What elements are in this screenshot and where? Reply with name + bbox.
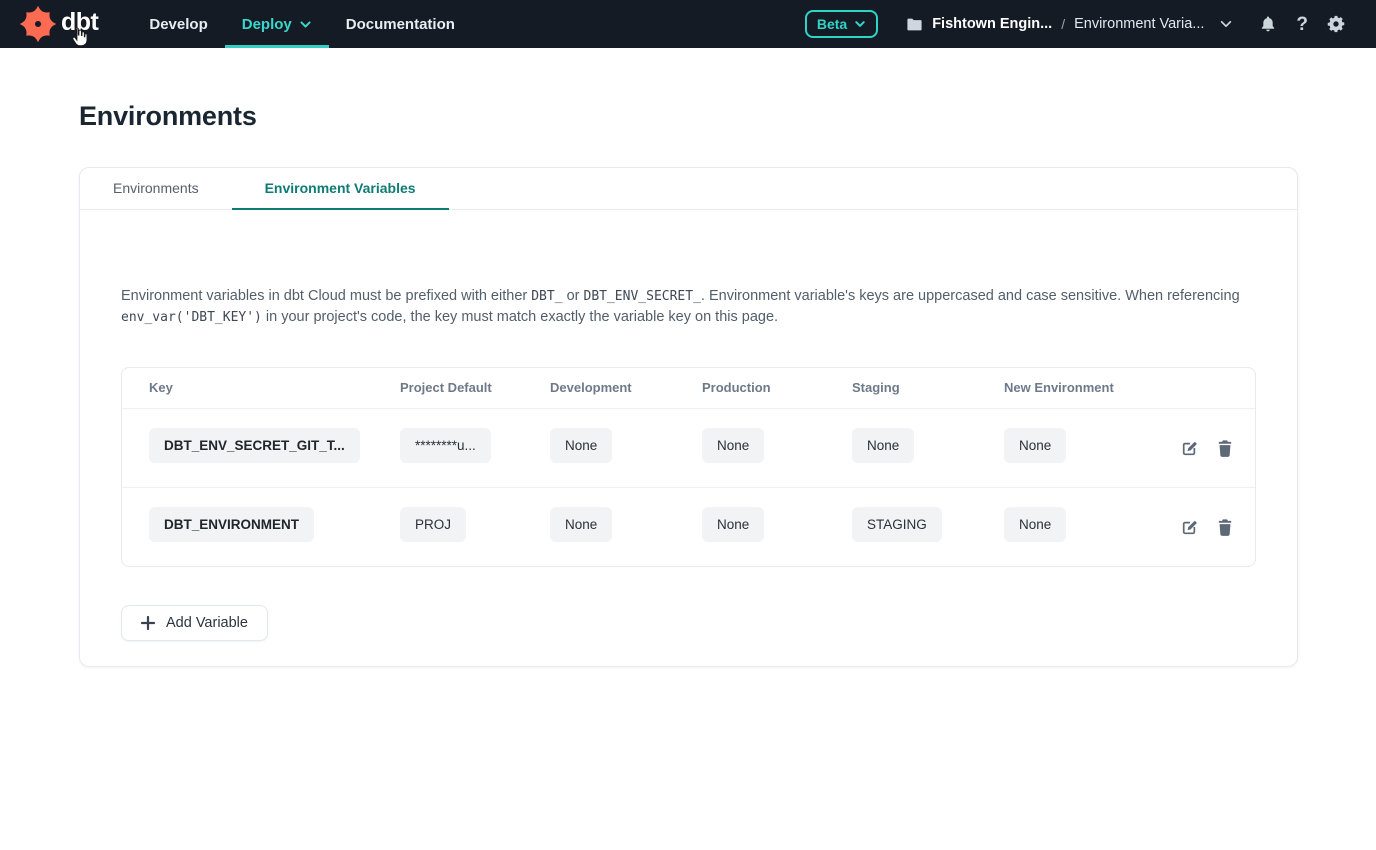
value-chip: STAGING: [852, 507, 942, 542]
chevron-down-icon: [854, 18, 866, 30]
table-row: DBT_ENV_SECRET_GIT_T... ********u... Non…: [122, 408, 1255, 487]
page-title: Environments: [79, 101, 1297, 132]
tab-bar: Environments Environment Variables: [80, 168, 1297, 210]
delete-variable-button[interactable]: [1214, 437, 1236, 460]
notifications-bell-icon[interactable]: [1259, 15, 1277, 33]
description-text: Environment variables in dbt Cloud must …: [121, 286, 1256, 328]
nav-link-documentation[interactable]: Documentation: [329, 0, 472, 48]
navbar-icon-group: ?: [1259, 15, 1345, 34]
variable-key-chip: DBT_ENV_SECRET_GIT_T...: [149, 428, 360, 463]
tab-environment-variables[interactable]: Environment Variables: [232, 168, 449, 210]
chevron-down-icon: [1219, 17, 1233, 31]
value-chip: ********u...: [400, 428, 491, 463]
value-chip: None: [550, 507, 612, 542]
breadcrumb-page: Environment Varia...: [1074, 16, 1204, 32]
navbar-right: Beta Fishtown Engin... / Environment Var…: [805, 0, 1345, 48]
value-chip: PROJ: [400, 507, 466, 542]
help-icon[interactable]: ?: [1296, 15, 1308, 34]
plus-icon: [141, 616, 155, 630]
table-body: DBT_ENV_SECRET_GIT_T... ********u... Non…: [122, 408, 1255, 566]
breadcrumb-project: Fishtown Engin...: [932, 16, 1052, 32]
value-chip: None: [852, 428, 914, 463]
beta-dropdown[interactable]: Beta: [805, 10, 878, 38]
value-chip: None: [1004, 507, 1066, 542]
edit-variable-button[interactable]: [1178, 437, 1201, 460]
value-chip: None: [1004, 428, 1066, 463]
column-header: Production: [702, 368, 852, 408]
edit-variable-button[interactable]: [1178, 516, 1201, 539]
top-navbar: dbt Develop Deploy Documentation Beta: [0, 0, 1376, 48]
primary-nav: Develop Deploy Documentation: [132, 0, 472, 48]
dbt-logo-icon: [20, 6, 56, 42]
table-row: DBT_ENVIRONMENT PROJ None None STAGING N…: [122, 487, 1255, 566]
chevron-down-icon: [299, 18, 312, 31]
value-chip: None: [550, 428, 612, 463]
settings-gear-icon[interactable]: [1327, 15, 1345, 33]
nav-link-deploy[interactable]: Deploy: [225, 0, 329, 48]
nav-link-develop[interactable]: Develop: [132, 0, 224, 48]
table-header: KeyProject DefaultDevelopmentProductionS…: [122, 368, 1255, 408]
variable-key-chip: DBT_ENVIRONMENT: [149, 507, 314, 542]
dbt-logo[interactable]: dbt: [20, 0, 98, 48]
card-content: Environment variables in dbt Cloud must …: [80, 210, 1297, 666]
column-header: Development: [550, 368, 702, 408]
value-chip: None: [702, 507, 764, 542]
column-header: Staging: [852, 368, 1004, 408]
breadcrumb-separator: /: [1061, 16, 1065, 32]
add-variable-button[interactable]: Add Variable: [121, 605, 268, 641]
column-header: Key: [149, 368, 400, 408]
folder-icon: [906, 17, 923, 32]
value-chip: None: [702, 428, 764, 463]
environments-card: Environments Environment Variables Envir…: [79, 167, 1298, 667]
column-header: Project Default: [400, 368, 550, 408]
environment-variables-table: KeyProject DefaultDevelopmentProductionS…: [121, 367, 1256, 567]
delete-variable-button[interactable]: [1214, 516, 1236, 539]
dbt-logo-text: dbt: [61, 10, 98, 39]
column-header: New Environment: [1004, 368, 1178, 408]
tab-environments[interactable]: Environments: [80, 168, 232, 210]
project-breadcrumb[interactable]: Fishtown Engin... / Environment Varia...: [906, 16, 1233, 32]
main-content: Environments Environments Environment Va…: [0, 48, 1376, 667]
